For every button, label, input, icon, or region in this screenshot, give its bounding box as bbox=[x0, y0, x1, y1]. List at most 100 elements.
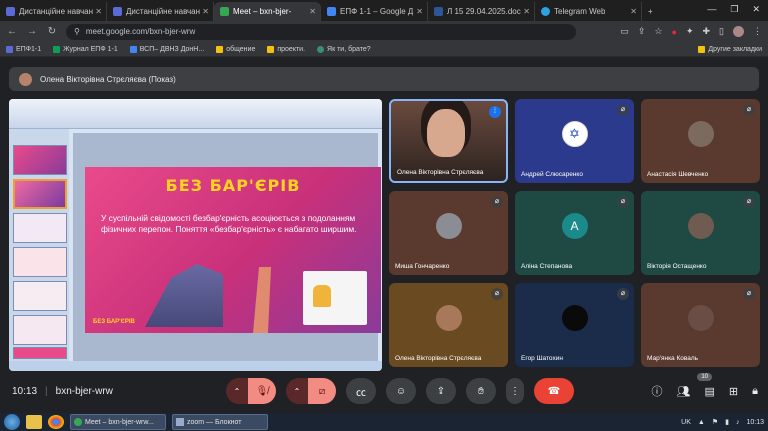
volume-icon[interactable]: ♪ bbox=[736, 419, 740, 426]
browser-tab[interactable]: ЕПФ 1-1 – Google Д ✕ bbox=[321, 2, 428, 21]
back-arrow-icon[interactable]: ← bbox=[6, 26, 18, 37]
reload-icon[interactable]: ↻ bbox=[46, 26, 58, 37]
people-icon[interactable]: 👥︎ bbox=[677, 385, 691, 398]
tab-favicon-icon bbox=[113, 7, 122, 16]
menu-dots-icon[interactable]: ⋮ bbox=[753, 26, 762, 37]
close-window-icon[interactable]: ✕ bbox=[752, 4, 760, 15]
tab-close-icon[interactable]: ✕ bbox=[523, 7, 530, 16]
slide-title: БЕЗ БАР'ЄРІВ bbox=[165, 176, 301, 195]
windows-start-button[interactable] bbox=[4, 414, 20, 430]
captions-button[interactable]: ㏄ bbox=[346, 378, 376, 404]
mic-toggle-button[interactable]: 🎙︎̸ bbox=[248, 378, 276, 404]
bookmark-folder[interactable]: общение bbox=[216, 45, 255, 53]
opera-icon[interactable]: ● bbox=[672, 27, 677, 37]
present-screen-button[interactable]: ⇪ bbox=[426, 378, 456, 404]
browser-tab-active[interactable]: Meet – bxn-bjer- ✕ bbox=[214, 2, 321, 21]
new-tab-button[interactable]: + bbox=[642, 2, 658, 21]
bookmark-item[interactable]: Журнал ЕПФ 1-1 bbox=[53, 45, 118, 53]
activities-icon[interactable]: ⊞ bbox=[729, 385, 738, 398]
camera-options-chevron-icon[interactable]: ⌃ bbox=[286, 378, 308, 404]
tab-label: Telegram Web bbox=[554, 7, 606, 16]
tab-close-icon[interactable]: ✕ bbox=[416, 7, 423, 16]
meeting-time: 10:13 bbox=[12, 386, 38, 397]
browser-tab-bar: Дистанційне навчан ✕ Дистанційне навчан ✕ … bbox=[0, 0, 768, 21]
participant-video bbox=[427, 109, 465, 157]
participant-tile[interactable]: Анастасія Шевченко ⌀ bbox=[641, 99, 760, 183]
bookmark-item[interactable]: Як ти, брате? bbox=[317, 45, 371, 53]
participant-tile[interactable]: Вікторія Остащенко ⌀ bbox=[641, 191, 760, 275]
camera-icon[interactable]: ▭ bbox=[620, 26, 629, 37]
extension-icon[interactable]: ✦ bbox=[686, 26, 694, 37]
slide-thumbnail bbox=[13, 145, 67, 175]
participant-tile[interactable]: ✡ Андрей Слюсаренко ⌀ bbox=[515, 99, 634, 183]
bookmark-item[interactable]: ЕПФ1-1 bbox=[6, 45, 42, 53]
participant-tile[interactable]: Олена Вікторівна Стрєляєва ⁞ bbox=[389, 99, 508, 183]
language-indicator[interactable]: UK bbox=[681, 419, 691, 426]
emoji-button[interactable]: ☺ bbox=[386, 378, 416, 404]
maximize-icon[interactable]: ❐ bbox=[730, 4, 738, 15]
browser-tab[interactable]: Дистанційне навчан ✕ bbox=[0, 2, 107, 21]
taskbar-window-notepad[interactable]: zoom — Блокнот bbox=[172, 414, 268, 430]
tab-close-icon[interactable]: ✕ bbox=[630, 7, 637, 16]
puzzle-icon[interactable]: ✚ bbox=[703, 26, 711, 37]
participant-avatar bbox=[561, 305, 588, 332]
forward-arrow-icon[interactable]: → bbox=[26, 26, 38, 37]
other-bookmarks[interactable]: Другие закладки bbox=[698, 45, 762, 53]
tab-label: Л 15 29.04.2025.doc bbox=[447, 7, 521, 16]
url-text: meet.google.com/bxn-bjer-wrw bbox=[85, 27, 196, 36]
bookmark-label: ЕПФ1-1 bbox=[16, 45, 42, 53]
raise-hand-button[interactable]: ✋︎ bbox=[466, 378, 496, 404]
tab-close-icon[interactable]: ✕ bbox=[95, 7, 102, 16]
mic-control: ⌃ 🎙︎̸ bbox=[226, 378, 276, 404]
slide-thumbnail bbox=[13, 213, 67, 243]
bookmark-label: проекти. bbox=[277, 45, 306, 53]
browser-tab[interactable]: Telegram Web ✕ bbox=[535, 2, 642, 21]
profile-avatar[interactable] bbox=[733, 26, 744, 37]
chrome-icon[interactable] bbox=[48, 415, 64, 429]
sidebar-icon[interactable]: ▯ bbox=[719, 26, 724, 37]
participant-name: Егор Шатохин bbox=[521, 355, 563, 362]
more-options-button[interactable]: ⋮ bbox=[506, 378, 524, 404]
tab-close-icon[interactable]: ✕ bbox=[202, 7, 209, 16]
tray-arrow-icon[interactable]: ▲ bbox=[698, 419, 705, 426]
tab-close-icon[interactable]: ✕ bbox=[309, 7, 316, 16]
toolbar-icons: ▭ ⇪ ☆ ● ✦ ✚ ▯ ⋮ bbox=[620, 26, 762, 37]
share-icon[interactable]: ⇪ bbox=[638, 26, 646, 37]
mic-off-icon: ⌀ bbox=[491, 196, 503, 208]
participant-tile[interactable]: Мар'янка Коваль ⌀ bbox=[641, 283, 760, 367]
bookmark-star-icon[interactable]: ☆ bbox=[654, 26, 662, 37]
meeting-details-icon[interactable]: ⓘ bbox=[652, 383, 663, 399]
presenting-banner: Олена Вікторівна Стрєляєва (Показ) bbox=[9, 67, 759, 91]
host-controls-icon[interactable]: 🔒︎ bbox=[752, 385, 758, 398]
side-panel-controls: ⓘ 👥︎ ▤ ⊞ 🔒︎ bbox=[652, 383, 758, 399]
participant-tile[interactable]: Миша Гончаренко ⌀ bbox=[389, 191, 508, 275]
camera-toggle-button[interactable]: ⧄ bbox=[308, 378, 336, 404]
taskbar-clock[interactable]: 10:13 bbox=[746, 419, 764, 426]
tab-label: Meet – bxn-bjer- bbox=[233, 7, 292, 16]
network-icon[interactable]: ▮ bbox=[725, 418, 729, 426]
minimize-icon[interactable]: — bbox=[707, 4, 716, 15]
site-info-icon[interactable]: ⚲ bbox=[74, 27, 80, 36]
tab-label: Дистанційне навчан bbox=[19, 7, 94, 16]
leave-call-button[interactable]: ☎ bbox=[534, 378, 574, 404]
browser-tab[interactable]: Дистанційне навчан ✕ bbox=[107, 2, 214, 21]
bookmark-folder[interactable]: проекти. bbox=[267, 45, 306, 53]
file-explorer-icon[interactable] bbox=[26, 415, 42, 429]
meet-control-bar: 10:13 | bxn-bjer-wrw ⌃ 🎙︎̸ ⌃ ⧄ ㏄ ☺ ⇪ ✋︎ … bbox=[0, 371, 768, 413]
participant-tile[interactable]: A Аліна Степанова ⌀ bbox=[515, 191, 634, 275]
chat-icon[interactable]: ▤ bbox=[705, 385, 715, 398]
participant-tile[interactable]: Олена Вікторівна Стрєляєва ⌀ bbox=[389, 283, 508, 367]
word-favicon-icon bbox=[434, 7, 443, 16]
browser-tab[interactable]: Л 15 29.04.2025.doc ✕ bbox=[428, 2, 535, 21]
address-bar[interactable]: ⚲ meet.google.com/bxn-bjer-wrw bbox=[66, 23, 576, 40]
flag-icon[interactable]: ⚑ bbox=[712, 418, 718, 426]
taskbar-window-meet[interactable]: Meet – bxn-bjer-wrw... bbox=[70, 414, 166, 430]
browser-toolbar: ← → ↻ ⚲ meet.google.com/bxn-bjer-wrw ▭ ⇪… bbox=[0, 21, 768, 42]
windows-taskbar: Meet – bxn-bjer-wrw... zoom — Блокнот UK… bbox=[0, 413, 768, 431]
bookmark-item[interactable]: ВСП– ДВНЗ ДонН... bbox=[129, 45, 204, 53]
mic-options-chevron-icon[interactable]: ⌃ bbox=[226, 378, 248, 404]
participant-tile[interactable]: Егор Шатохин ⌀ bbox=[515, 283, 634, 367]
tab-label: Дистанційне навчан bbox=[126, 7, 201, 16]
bookmark-icon bbox=[317, 45, 325, 53]
participant-name: Аліна Степанова bbox=[521, 263, 573, 270]
